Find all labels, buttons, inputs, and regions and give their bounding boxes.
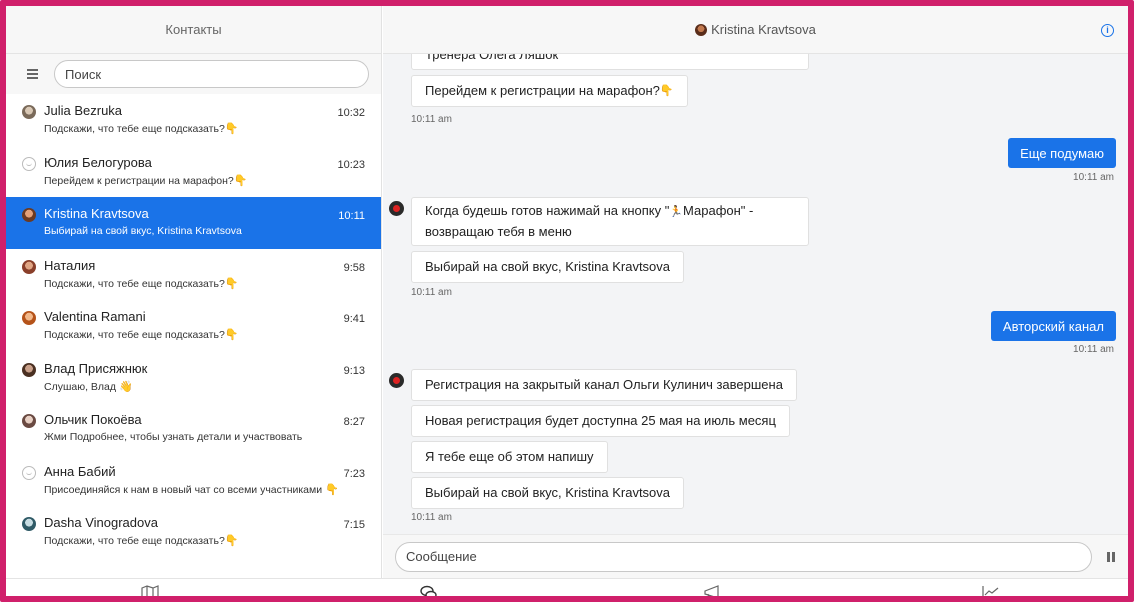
avatar xyxy=(22,311,36,325)
message-bubble: Выбирай на свой вкус, Kristina Kravtsova xyxy=(411,251,685,283)
contact-item-active[interactable]: Kristina Kravtsova 10:11 Выбирай на свой… xyxy=(6,197,381,249)
contact-item[interactable]: Ольчик Покоёва 8:27 Жми Подробнее, чтобы… xyxy=(6,403,381,455)
reply-button-author-channel[interactable]: Авторский канал xyxy=(990,311,1116,341)
megaphone-icon[interactable] xyxy=(704,585,722,599)
contact-time: 10:23 xyxy=(337,158,365,171)
contact-time: 7:15 xyxy=(343,519,365,531)
contact-time: 10:11 xyxy=(338,210,365,222)
avatar xyxy=(22,465,36,480)
contact-item[interactable]: Анна Бабий 7:23 Присоединяйся к нам в но… xyxy=(6,455,381,507)
contact-preview: Жми Подробнее, чтобы узнать детали и уча… xyxy=(44,431,303,443)
contact-preview: Выбирай на свой вкус, Kristina Kravtsova xyxy=(44,225,242,237)
message-input[interactable] xyxy=(395,541,1092,572)
avatar xyxy=(22,362,36,377)
search-row xyxy=(6,54,381,94)
contact-time: 10:32 xyxy=(337,107,365,119)
contact-preview: Подскажи, что тебе еще подсказать?👇 xyxy=(44,535,239,547)
message-timestamp: 10:11 am xyxy=(411,114,452,125)
contact-time: 8:27 xyxy=(343,416,365,428)
avatar xyxy=(22,105,36,119)
contact-item[interactable]: Влад Присяжнюк 9:13 Слушаю, Влад 👋 xyxy=(6,352,381,404)
composer xyxy=(383,534,1128,578)
contact-name: Valentina Ramani xyxy=(44,309,146,324)
contact-name: Анна Бабий xyxy=(44,463,116,479)
chat-header: Kristina Kravtsova i xyxy=(383,6,1128,54)
avatar xyxy=(22,414,36,428)
avatar xyxy=(22,208,36,222)
chat-panel: Kristina Kravtsova i Тренера Олега Ляшок… xyxy=(383,6,1128,596)
contact-time: 9:13 xyxy=(343,364,365,377)
message-bubble: Выбирай на свой вкус, Kristina Kravtsova xyxy=(411,477,685,509)
sidebar-title: Контакты xyxy=(6,6,381,54)
contact-time: 9:41 xyxy=(343,313,365,325)
bot-avatar xyxy=(389,201,404,216)
message-bubble: Тренера Олега Ляшок xyxy=(411,54,809,70)
contact-item[interactable]: Julia Bezruka 10:32 Подскажи, что тебе е… xyxy=(6,94,381,146)
contact-preview: Подскажи, что тебе еще подсказать?👇 xyxy=(44,123,239,135)
chat-bubbles-icon[interactable] xyxy=(420,585,438,599)
message-bubble: Перейдем к регистрации на марафон? 👇 xyxy=(411,75,688,107)
contact-item[interactable]: Юлия Белогурова 10:23 Перейдем к регистр… xyxy=(6,146,381,198)
message-bubble: Я тебе еще об этом напишу xyxy=(411,441,608,473)
message-bubble: Когда будешь готов нажимай на кнопку "🏃М… xyxy=(411,197,809,246)
message-timestamp: 10:11 am xyxy=(1073,172,1114,183)
avatar xyxy=(695,23,708,36)
message-timestamp: 10:11 am xyxy=(411,512,452,523)
avatar xyxy=(22,259,36,274)
map-icon[interactable] xyxy=(141,585,159,599)
contact-name: Ольчик Покоёва xyxy=(44,412,142,427)
contact-preview: Перейдем к регистрации на марафон?👇 xyxy=(44,174,248,187)
message-list: Тренера Олега Ляшок Перейдем к регистрац… xyxy=(383,54,1128,530)
message-bubble: Новая регистрация будет доступна 25 мая … xyxy=(411,405,790,437)
contact-name: Влад Присяжнюк xyxy=(44,360,148,376)
search-input[interactable] xyxy=(54,60,369,88)
contact-name: Kristina Kravtsova xyxy=(44,206,149,221)
contact-preview: Подскажи, что тебе еще подсказать?👇 xyxy=(44,277,239,290)
message-timestamp: 10:11 am xyxy=(1073,344,1114,355)
avatar xyxy=(22,156,36,171)
contact-time: 7:23 xyxy=(343,467,365,480)
contact-name: Julia Bezruka xyxy=(44,103,123,118)
avatar xyxy=(22,517,36,531)
contact-preview: Подскажи, что тебе еще подсказать?👇 xyxy=(44,329,239,341)
bot-avatar xyxy=(389,373,404,388)
app-frame: Контакты Julia Bezruka 10:32 Подскажи, ч… xyxy=(0,0,1134,602)
reply-button-think[interactable]: Еще подумаю xyxy=(1008,138,1116,168)
message-bubble: Регистрация на закрытый канал Ольги Кули… xyxy=(411,369,797,401)
contact-preview: Присоединяйся к нам в новый чат со всеми… xyxy=(44,483,339,496)
contact-name: Юлия Белогурова xyxy=(44,154,152,170)
message-timestamp: 10:11 am xyxy=(411,287,452,298)
bottom-tab-bar xyxy=(6,578,1128,596)
contacts-sidebar: Контакты Julia Bezruka 10:32 Подскажи, ч… xyxy=(6,6,382,596)
chat-contact-name: Kristina Kravtsova xyxy=(711,22,816,37)
contact-item[interactable]: Dasha Vinogradova 7:15 Подскажи, что теб… xyxy=(6,506,381,558)
contact-list: Julia Bezruka 10:32 Подскажи, что тебе е… xyxy=(6,94,381,596)
contact-name: Dasha Vinogradova xyxy=(44,515,158,530)
contact-item[interactable]: Наталия 9:58 Подскажи, что тебе еще подс… xyxy=(6,249,381,301)
chart-icon[interactable] xyxy=(982,585,1000,599)
info-icon[interactable]: i xyxy=(1101,24,1114,37)
contact-item[interactable]: Valentina Ramani 9:41 Подскажи, что тебе… xyxy=(6,300,381,352)
contact-time: 9:58 xyxy=(343,261,365,274)
contact-preview: Слушаю, Влад 👋 xyxy=(44,380,133,393)
hamburger-icon[interactable] xyxy=(26,68,42,80)
pause-icon[interactable] xyxy=(1104,550,1118,564)
contact-name: Наталия xyxy=(44,257,96,273)
